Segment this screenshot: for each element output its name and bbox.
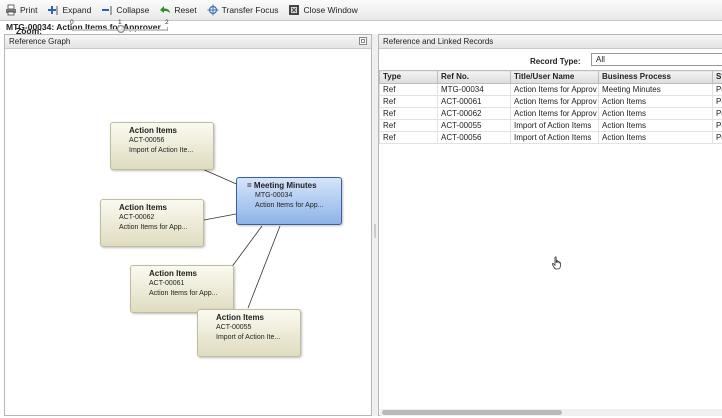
column-header-ref-no[interactable]: Ref No. (437, 70, 511, 84)
cell-ref-no: ACT-00055 (437, 119, 511, 132)
graph-node-mtg-00034[interactable]: = Meeting Minutes MTG-00034 Action Items… (236, 177, 342, 225)
cell-title: Import of Action Items (510, 119, 599, 132)
records-table: Type Ref No. Title/User Name Business Pr… (379, 70, 722, 144)
column-header-title[interactable]: Title/User Name (510, 70, 599, 84)
table-row[interactable]: Ref ACT-00062 Action Items for Approv Ac… (379, 107, 722, 120)
node-title: Action Items (129, 126, 178, 135)
edge-line (203, 213, 237, 221)
cell-business-process: Meeting Minutes (598, 83, 713, 96)
graph-node-act-00061[interactable]: Action Items ACT-00061 Action Items for … (130, 265, 234, 313)
cell-status: Pe (712, 131, 722, 144)
linked-records-title: Reference and Linked Records (383, 37, 494, 46)
table-row[interactable]: Ref ACT-00055 Import of Action Items Act… (379, 119, 722, 132)
table-row[interactable]: Ref MTG-00034 Action Items for Approv Me… (379, 83, 722, 96)
cell-ref-no: ACT-00056 (437, 131, 511, 144)
cell-type: Ref (379, 83, 438, 96)
cell-status: Pe (712, 119, 722, 132)
cell-title: Action Items for Approv (510, 83, 599, 96)
node-desc: Action Items for App... (255, 202, 324, 209)
cell-status: Pe (712, 107, 722, 120)
cell-type: Ref (379, 131, 438, 144)
cell-ref-no: ACT-00062 (437, 107, 511, 120)
cell-title: Import of Action Items (510, 131, 599, 144)
table-row[interactable]: Ref ACT-00056 Import of Action Items Act… (379, 131, 722, 144)
node-expand-marker[interactable]: = (247, 181, 252, 190)
node-ref: ACT-00055 (216, 324, 252, 331)
linked-records-header: Reference and Linked Records (379, 35, 722, 49)
node-desc: Import of Action Ite... (129, 147, 194, 154)
node-title: Action Items (149, 269, 198, 278)
cell-type: Ref (379, 107, 438, 120)
cell-business-process: Action Items (598, 119, 713, 132)
cell-title: Action Items for Approv (510, 95, 599, 108)
hand-cursor-icon (551, 256, 563, 273)
cell-type: Ref (379, 95, 438, 108)
column-header-business-process[interactable]: Business Process (598, 70, 713, 84)
cell-title: Action Items for Approv (510, 107, 599, 120)
horizontal-scrollbar-thumb[interactable] (382, 410, 562, 415)
splitter-grip[interactable] (374, 224, 376, 238)
node-desc: Action Items for App... (149, 290, 218, 297)
record-type-label: Record Type: (530, 57, 581, 66)
node-ref: ACT-00062 (119, 214, 155, 221)
node-ref: MTG-00034 (255, 192, 293, 199)
record-type-select[interactable]: All (591, 53, 722, 66)
node-desc: Import of Action Ite... (216, 334, 281, 341)
node-desc: Action Items for App... (119, 224, 188, 231)
graph-node-act-00062[interactable]: Action Items ACT-00062 Action Items for … (100, 199, 204, 247)
cell-business-process: Action Items (598, 131, 713, 144)
table-row[interactable]: Ref ACT-00061 Action Items for Approv Ac… (379, 95, 722, 108)
cell-status: Pe (712, 83, 722, 96)
node-title: Action Items (216, 313, 265, 322)
column-header-type[interactable]: Type (379, 70, 438, 84)
cell-ref-no: ACT-00061 (437, 95, 511, 108)
node-title: Meeting Minutes (253, 181, 317, 190)
cell-status: Pe (712, 95, 722, 108)
node-ref: ACT-00061 (149, 280, 185, 287)
cell-business-process: Action Items (598, 95, 713, 108)
cell-business-process: Action Items (598, 107, 713, 120)
graph-node-act-00055[interactable]: Action Items ACT-00055 Import of Action … (197, 309, 301, 357)
column-header-status[interactable]: St (712, 70, 722, 84)
cell-type: Ref (379, 119, 438, 132)
graph-node-act-00056[interactable]: Action Items ACT-00056 Import of Action … (110, 122, 214, 170)
horizontal-scrollbar[interactable] (380, 409, 722, 416)
table-header-row: Type Ref No. Title/User Name Business Pr… (379, 70, 722, 84)
node-ref: ACT-00056 (129, 137, 165, 144)
node-title: Action Items (119, 203, 168, 212)
cell-ref-no: MTG-00034 (437, 83, 511, 96)
